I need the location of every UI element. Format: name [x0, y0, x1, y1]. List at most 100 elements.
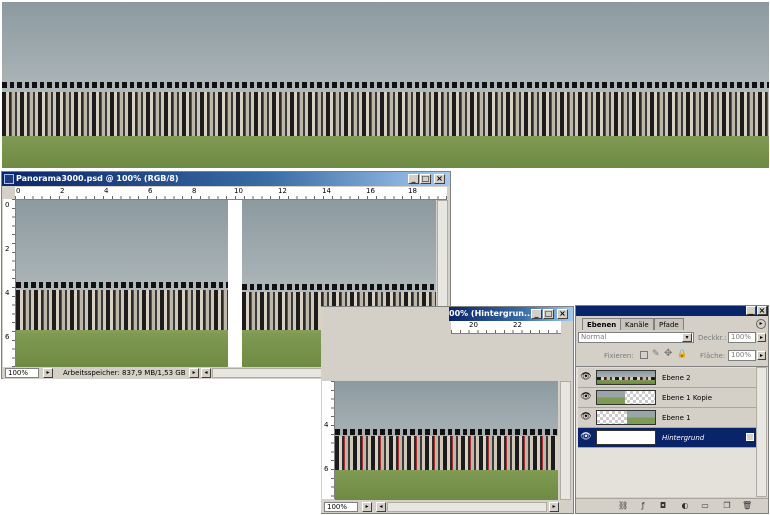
document-title: Panorama3000.psd @ 100% (RGB/8)	[16, 174, 179, 183]
grass-area	[335, 472, 558, 500]
layer-row-hintergrund[interactable]: 👁 Hintergrund	[578, 428, 766, 448]
ruler-label: 16	[366, 187, 375, 195]
new-layer-icon[interactable]: ❐	[722, 501, 732, 511]
second-document-title: 00% (Hintergrun...	[449, 309, 534, 318]
second-scroll-right-button[interactable]: ▸	[549, 502, 559, 512]
close-button[interactable]: ×	[434, 174, 445, 184]
move-icon[interactable]: ✥	[664, 348, 672, 359]
ruler-label: 6	[324, 465, 329, 473]
adjustment-icon[interactable]: ◐	[680, 501, 690, 511]
layers-scrollbar[interactable]	[756, 367, 767, 497]
lock-transparency-icon[interactable]	[640, 351, 648, 359]
layer-thumbnail	[596, 370, 656, 385]
lock-icon	[746, 433, 754, 441]
ruler-label: 14	[322, 187, 331, 195]
document-titlebar[interactable]: Panorama3000.psd @ 100% (RGB/8)	[2, 172, 450, 186]
ruler-label: 2	[60, 187, 65, 195]
vertical-ruler: 0 2 4 6	[3, 199, 16, 367]
fill-arrow[interactable]: ▸	[757, 351, 766, 360]
panel-close-button[interactable]: ×	[757, 306, 767, 315]
tab-pfade[interactable]: Pfade	[654, 318, 684, 330]
ruler-label: 4	[5, 289, 10, 297]
ruler-label: 18	[408, 187, 417, 195]
blend-mode-dropdown-icon[interactable]: ▾	[682, 333, 692, 342]
layer-row-ebene-2[interactable]: 👁 Ebene 2	[578, 368, 766, 388]
second-close-button[interactable]: ×	[557, 309, 568, 319]
eye-icon[interactable]: 👁	[580, 372, 592, 383]
fill-field[interactable]: 100%	[728, 350, 756, 361]
layer-thumbnail	[596, 390, 656, 405]
ruler-label: 12	[278, 187, 287, 195]
fill-label: Fläche:	[700, 352, 726, 360]
second-status-bar: 100% ▸ ◂ ▸	[322, 501, 572, 513]
second-titlebar[interactable]: 00% (Hintergrun...	[449, 307, 573, 321]
second-document-window[interactable]: 00% (Hintergrun... _ □ × 20 22 4 6 100% …	[321, 306, 574, 514]
minimize-button[interactable]: _	[408, 174, 419, 184]
layer-name: Hintergrund	[662, 434, 705, 442]
fx-icon[interactable]: ƒ	[638, 501, 648, 511]
second-canvas-image[interactable]	[335, 381, 558, 500]
troops-band	[16, 290, 228, 330]
second-minimize-button[interactable]: _	[531, 309, 542, 319]
eye-icon[interactable]: 👁	[580, 412, 592, 423]
second-horizontal-ruler: 20 22	[451, 321, 561, 334]
layers-panel[interactable]: _ × Ebenen Kanäle Pfade ▸ Normal ▾ Deckk…	[575, 305, 769, 514]
layer-name: Ebene 2	[662, 374, 691, 382]
mask-icon[interactable]: ◘	[658, 501, 668, 511]
grass-area	[597, 380, 655, 384]
second-zoom-field[interactable]: 100%	[324, 502, 358, 512]
tab-ebenen[interactable]: Ebenen	[582, 318, 622, 330]
tab-kanaele[interactable]: Kanäle	[620, 318, 654, 330]
panel-menu-icon[interactable]: ▸	[756, 319, 766, 329]
troops-band	[335, 436, 558, 470]
panel-titlebar[interactable]	[576, 306, 768, 316]
grass-area	[16, 333, 228, 367]
thumbnail-content	[627, 411, 655, 424]
ruler-label: 4	[104, 187, 109, 195]
second-horizontal-scrollbar[interactable]	[387, 502, 547, 512]
eye-icon[interactable]: 👁	[580, 432, 592, 443]
horizontal-ruler: 0 2 4 6 8 10 12 14 16 18	[15, 187, 447, 200]
layer-name: Ebene 1	[662, 414, 691, 422]
opacity-field[interactable]: 100%	[728, 332, 756, 343]
ruler-label: 10	[234, 187, 243, 195]
second-vertical-scrollbar[interactable]	[560, 381, 571, 500]
scroll-left-button[interactable]: ◂	[201, 368, 211, 378]
troops-hats	[2, 82, 769, 88]
panorama-image	[2, 2, 769, 168]
canvas-left-image	[16, 200, 228, 367]
troops-hats	[242, 284, 436, 290]
second-scroll-left-button[interactable]: ◂	[376, 502, 386, 512]
folder-icon[interactable]: ▭	[700, 501, 710, 511]
photoshop-doc-icon	[4, 174, 14, 184]
ruler-label: 6	[5, 333, 10, 341]
status-arrow-button[interactable]: ▸	[189, 368, 199, 378]
lock-icon[interactable]: 🔒	[677, 349, 687, 358]
eye-icon[interactable]: 👁	[580, 392, 592, 403]
brush-icon[interactable]: ✎	[652, 349, 660, 359]
second-status-menu-button[interactable]: ▸	[362, 502, 372, 512]
ruler-label: 4	[324, 421, 329, 429]
status-menu-button[interactable]: ▸	[43, 368, 53, 378]
troops-band	[2, 92, 769, 137]
layer-row-ebene-1-kopie[interactable]: 👁 Ebene 1 Kopie	[578, 388, 766, 408]
ruler-label: 2	[5, 245, 10, 253]
opacity-label: Deckkr.:	[698, 334, 727, 342]
ruler-label: 6	[148, 187, 153, 195]
ruler-label: 20	[469, 321, 478, 329]
layer-row-ebene-1[interactable]: 👁 Ebene 1	[578, 408, 766, 428]
panel-minimize-button[interactable]: _	[746, 306, 756, 315]
troops-hats	[16, 282, 228, 288]
ruler-label: 0	[5, 201, 10, 209]
lock-label: Fixieren:	[604, 352, 634, 360]
zoom-field[interactable]: 100%	[5, 368, 39, 378]
maximize-button[interactable]: □	[420, 174, 431, 184]
blend-mode-select[interactable]: Normal	[578, 332, 694, 343]
second-maximize-button[interactable]: □	[543, 309, 554, 319]
grass-area	[2, 136, 769, 168]
ruler-label: 22	[513, 321, 522, 329]
opacity-arrow[interactable]: ▸	[757, 333, 766, 342]
memory-status: Arbeitsspeicher: 837,9 MB/1,53 GB	[63, 369, 186, 377]
link-icon[interactable]: ⛓	[618, 501, 628, 511]
trash-icon[interactable]: 🗑	[742, 501, 752, 511]
